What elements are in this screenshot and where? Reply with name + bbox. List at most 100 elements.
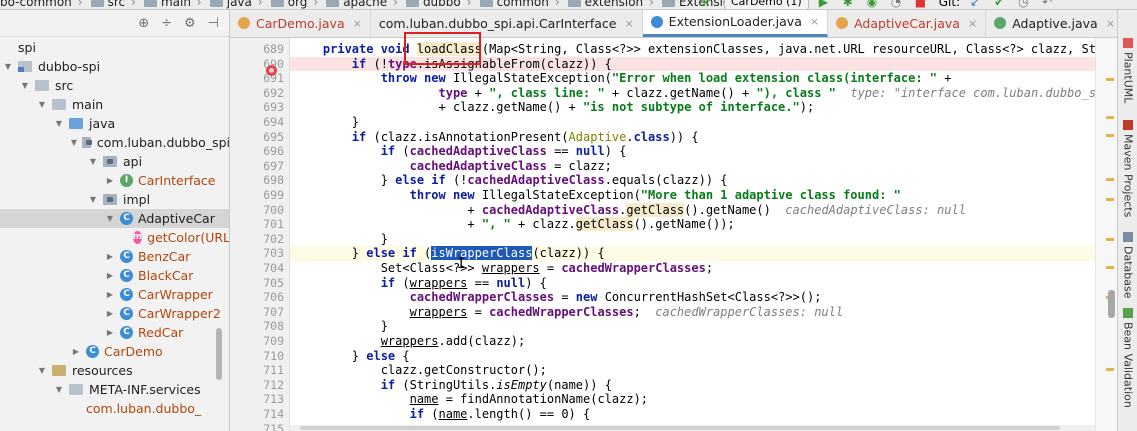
collapse-arrow-icon[interactable]: ▶ (104, 290, 116, 299)
gear-icon[interactable]: ⚙ (184, 16, 196, 31)
vcs-update-icon[interactable]: ↙ (970, 0, 984, 9)
breadcrumb-item[interactable]: bo-common (0, 0, 72, 9)
plantuml-icon (1123, 38, 1133, 48)
collapse-arrow-icon[interactable]: ▶ (104, 271, 116, 280)
warning-mark[interactable] (1106, 178, 1114, 181)
collapse-arrow-icon[interactable]: ▶ (104, 176, 116, 185)
tree-item[interactable]: ▶ C RedCar (0, 323, 229, 342)
expand-arrow-icon[interactable]: ▼ (19, 81, 31, 90)
editor-tab[interactable]: CarDemo.java × (230, 10, 371, 37)
code-line-711: clazz.getConstructor(); (294, 363, 547, 378)
breadcrumb-item[interactable]: dubbo (404, 0, 461, 9)
close-tab-icon[interactable]: × (624, 17, 633, 30)
editor-tab[interactable]: Adaptive.java × (986, 10, 1117, 37)
expand-arrow-icon[interactable]: ▼ (36, 100, 48, 109)
code-line-699: throw new IllegalStateException("More th… (409, 188, 901, 202)
coverage-icon[interactable]: ◉ (867, 0, 881, 9)
close-tab-icon[interactable]: × (810, 15, 819, 28)
breadcrumb-item[interactable]: apache (324, 0, 387, 9)
close-tab-icon[interactable]: × (353, 17, 362, 30)
folder-icon (52, 99, 66, 110)
editor-tab[interactable]: ExtensionLoader.java × (642, 10, 829, 37)
tree-item[interactable]: ▶ I CarInterface (0, 171, 229, 190)
expand-arrow-icon[interactable]: ▼ (104, 214, 116, 223)
expand-arrow-icon[interactable]: ▼ (2, 62, 14, 71)
tree-item[interactable]: ▼ resources (0, 361, 229, 380)
project-scrollbar[interactable] (216, 328, 222, 380)
collapse-arrow-icon[interactable]: ▶ (70, 347, 82, 356)
expand-arrow-icon[interactable]: ▼ (70, 138, 78, 147)
scroll-from-source-icon[interactable]: ÷ (161, 16, 172, 31)
tree-item[interactable]: m getColor(URL (0, 228, 229, 247)
code-line-705: if (wrappers == null) { (380, 275, 547, 290)
breakpoint-icon[interactable] (266, 65, 277, 76)
run-icon[interactable]: ▶ (819, 0, 833, 9)
tree-item[interactable]: ▼ META-INF.services (0, 380, 229, 399)
warning-mark[interactable] (1106, 78, 1114, 81)
tree-item[interactable]: ▼ java (0, 114, 229, 133)
tree-item[interactable]: ▶ C CarDemo (0, 342, 229, 361)
expand-arrow-icon[interactable]: ▼ (87, 195, 99, 204)
close-tab-icon[interactable]: × (1106, 17, 1115, 30)
expand-arrow-icon[interactable]: ▼ (53, 119, 65, 128)
expand-arrow-icon[interactable]: ▼ (53, 385, 65, 394)
warning-mark[interactable] (1106, 368, 1114, 371)
tree-item-label: com.luban.dubbo_spi (96, 135, 230, 150)
line-number: 711 (263, 363, 284, 378)
warning-mark[interactable] (1106, 198, 1114, 201)
tree-item[interactable]: ▼ api (0, 152, 229, 171)
tree-item[interactable]: ▶ C CarWrapper2 (0, 304, 229, 323)
expand-arrow-icon[interactable]: ▼ (87, 157, 99, 166)
tree-item[interactable]: ▼ C AdaptiveCar (0, 209, 229, 228)
profile-icon[interactable]: ◔ (891, 0, 905, 9)
warning-mark[interactable] (1106, 134, 1114, 137)
tree-item[interactable]: ▶ C CarWrapper (0, 285, 229, 304)
warning-mark[interactable] (1106, 116, 1114, 119)
tree-item[interactable]: spi (0, 38, 229, 57)
breadcrumb-item[interactable]: common (478, 0, 549, 9)
plantuml-panel-tab[interactable]: PlantUML (1118, 38, 1137, 103)
line-number: 712 (263, 377, 284, 392)
collapse-arrow-icon[interactable]: ▶ (104, 252, 116, 261)
maven-panel-tab[interactable]: Maven Projects (1118, 120, 1137, 217)
tree-item[interactable]: ▼ src (0, 76, 229, 95)
close-tab-icon[interactable]: × (968, 17, 977, 30)
error-stripe[interactable] (1095, 38, 1117, 431)
tree-item[interactable]: ▼ dubbo-spi (0, 57, 229, 76)
editor-scrollbar[interactable] (1108, 290, 1115, 318)
build-icon[interactable]: ⚒ (700, 0, 714, 9)
breadcrumb-label: org (287, 0, 308, 9)
collapse-all-icon[interactable]: ⊕ (138, 16, 149, 31)
vcs-commit-icon[interactable]: ✔ (994, 0, 1008, 9)
tree-item[interactable]: ▶ C BlackCar (0, 266, 229, 285)
breadcrumb-item[interactable]: extension (566, 0, 643, 9)
warning-mark[interactable] (1106, 266, 1114, 269)
vcs-history-icon[interactable]: ◷ (1018, 0, 1032, 9)
tree-item[interactable]: ▼ com.luban.dubbo_spi (0, 133, 230, 152)
editor-gutter[interactable]: 689 690 691 692 693 694 695 696 697 698 699 700 701 7… (230, 38, 290, 431)
bean-validation-panel-tab[interactable]: Bean Validation (1118, 308, 1137, 408)
collapse-arrow-icon[interactable]: ▶ (104, 309, 116, 318)
code-line-704: Set<Class<?>> wrappers = cachedWrapperCl… (294, 261, 714, 275)
stop-icon[interactable]: ■ (915, 0, 929, 9)
tree-item[interactable]: ▼ main (0, 95, 229, 114)
warning-mark[interactable] (1106, 238, 1114, 241)
code-editor[interactable]: private void loadClass(Map<String, Class… (290, 38, 1095, 431)
vcs-revert-icon[interactable]: ↶ (1042, 0, 1056, 9)
database-panel-tab[interactable]: Database (1118, 232, 1137, 299)
breadcrumb-item[interactable]: java (208, 0, 252, 9)
tree-item[interactable]: ▼ impl (0, 190, 229, 209)
bean-validation-label: Bean Validation (1121, 322, 1135, 408)
expand-arrow-icon[interactable]: ▼ (36, 366, 48, 375)
horizontal-scrollbar[interactable] (300, 426, 1060, 430)
breadcrumb-item[interactable]: main (142, 0, 191, 9)
collapse-arrow-icon[interactable]: ▶ (104, 328, 116, 337)
editor-tab[interactable]: AdaptiveCar.java × (828, 10, 987, 37)
hide-panel-icon[interactable]: ⊣ (208, 16, 219, 31)
debug-icon[interactable]: ✱ (843, 0, 857, 9)
tree-item[interactable]: ▶ C BenzCar (0, 247, 229, 266)
run-configuration-select[interactable]: CarDemo (1) (724, 0, 809, 9)
breadcrumb-item[interactable]: src (89, 0, 125, 9)
tree-item[interactable]: com.luban.dubbo_ (0, 399, 229, 418)
breadcrumb-item[interactable]: org (269, 0, 308, 9)
